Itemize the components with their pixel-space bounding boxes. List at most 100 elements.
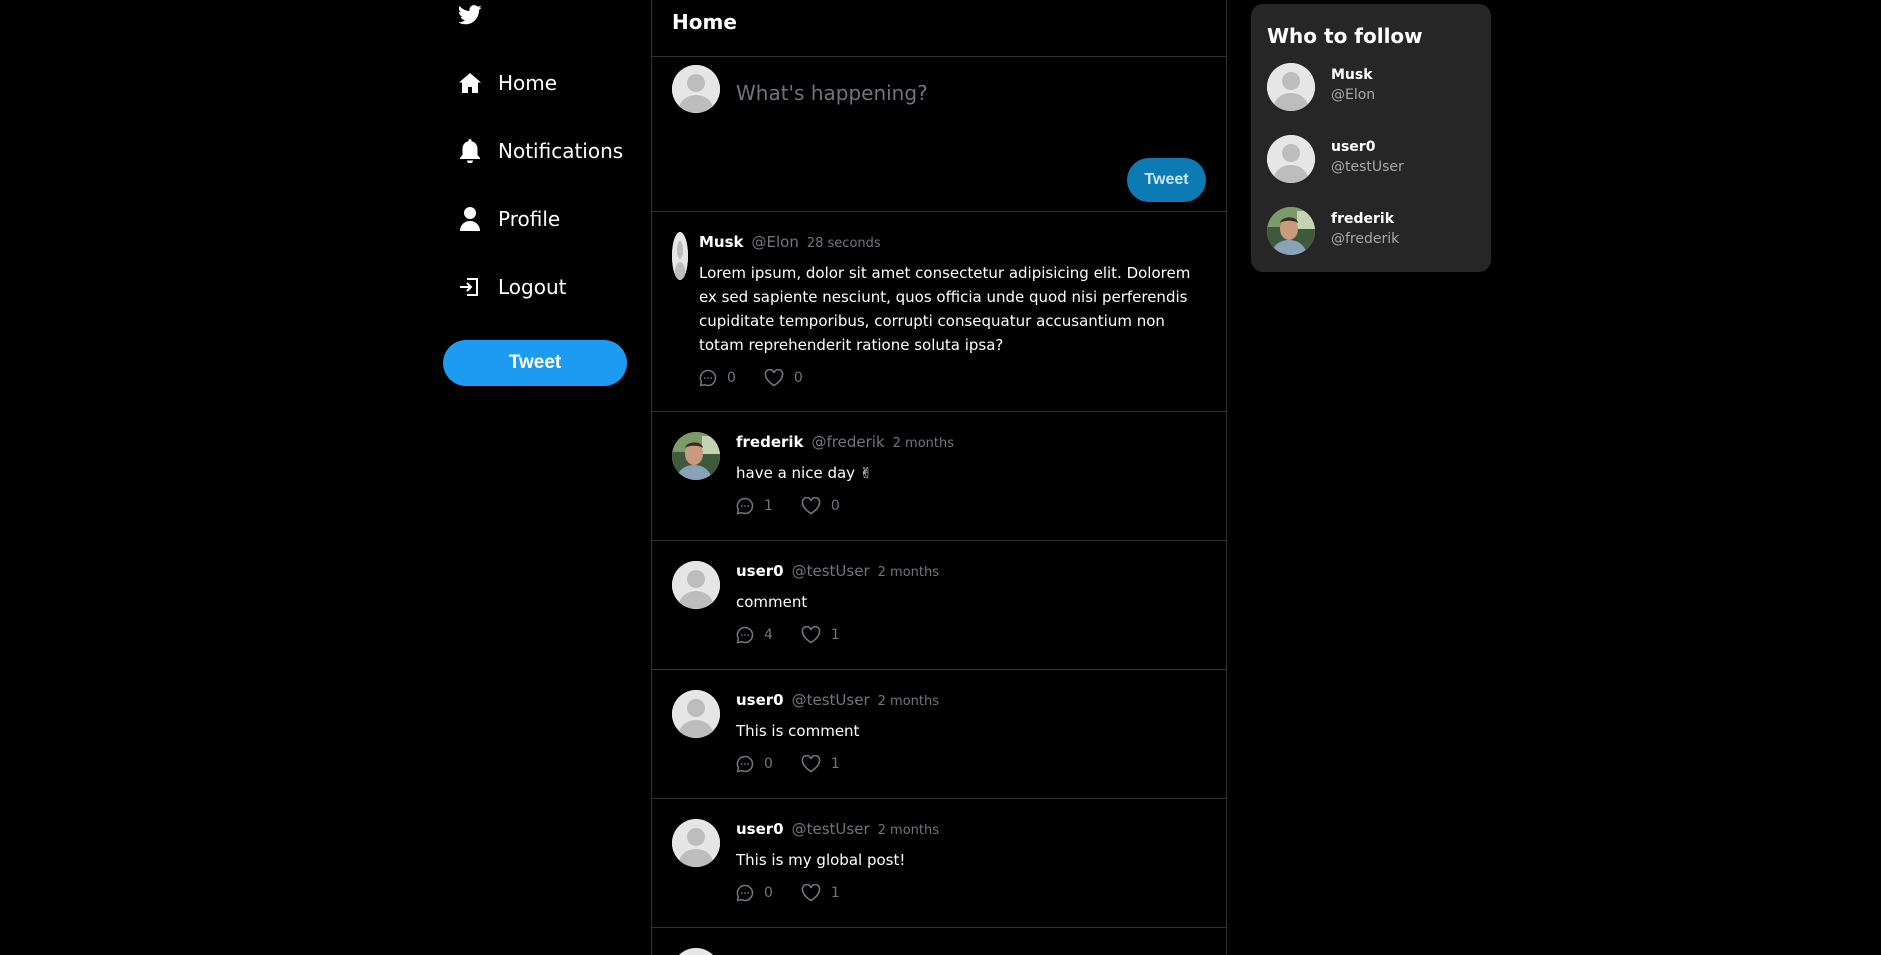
- follow-user-handle: @Elon: [1331, 87, 1376, 103]
- home-icon: [458, 71, 482, 95]
- comment-count: 0: [764, 756, 773, 772]
- avatar: [672, 65, 720, 113]
- twitter-bird-icon[interactable]: [457, 5, 484, 29]
- comment-button[interactable]: 1: [736, 497, 773, 515]
- tweet-author-handle[interactable]: @Elon: [752, 233, 799, 251]
- heart-icon: [764, 369, 784, 387]
- nav-profile[interactable]: Profile: [458, 199, 560, 239]
- like-count: 1: [830, 756, 840, 772]
- logout-icon: [458, 275, 482, 299]
- tweet-author-handle[interactable]: @testUser: [792, 562, 870, 580]
- nav-logout[interactable]: Logout: [458, 267, 566, 307]
- tweet-author-handle[interactable]: @testUser: [792, 691, 870, 709]
- heart-icon: [801, 626, 821, 644]
- tweet-timestamp: 2 months: [892, 436, 955, 451]
- like-button[interactable]: 1: [801, 626, 840, 644]
- tweet-composer: Tweet: [652, 57, 1226, 212]
- tweet-text: This is comment: [736, 722, 860, 740]
- tweet-author-handle[interactable]: @frederik: [812, 433, 885, 451]
- tweet-header: user0 @testUser 2 months: [736, 562, 1206, 580]
- tweet-author-handle[interactable]: @testUser: [792, 820, 870, 838]
- avatar: [672, 232, 688, 280]
- nav-notifications[interactable]: Notifications: [458, 131, 623, 171]
- avatar: [1267, 63, 1315, 111]
- like-button[interactable]: 1: [801, 755, 840, 773]
- sidebar-tweet-button[interactable]: Tweet: [443, 340, 627, 386]
- tweet-actions: 0 1: [736, 884, 1206, 902]
- avatar-photo: [1267, 207, 1315, 255]
- tweet-body: user0 @testUser 2 months This is comment…: [736, 691, 1206, 773]
- page-title: Home: [672, 10, 737, 34]
- comment-icon: [736, 884, 754, 902]
- tweet-item[interactable]: [652, 928, 1226, 955]
- like-count: 0: [793, 370, 803, 386]
- tweet-body: frederik @frederik 2 months have a nice …: [736, 433, 1206, 515]
- tweet-item[interactable]: frederik @frederik 2 months have a nice …: [652, 412, 1226, 541]
- person-icon: [458, 207, 482, 231]
- avatar: [672, 561, 720, 609]
- comment-count: 4: [764, 627, 773, 643]
- compose-input[interactable]: [736, 73, 1196, 113]
- avatar-photo: [672, 432, 720, 480]
- follow-user-handle: @testUser: [1331, 159, 1404, 175]
- heart-icon: [801, 884, 821, 902]
- like-count: 1: [830, 885, 840, 901]
- like-count: 1: [830, 627, 840, 643]
- tweet-author-name[interactable]: user0: [736, 691, 784, 709]
- tweet-header: frederik @frederik 2 months: [736, 433, 1206, 451]
- comment-count: 0: [727, 370, 736, 386]
- tweet-text: Lorem ipsum, dolor sit amet consectetur …: [699, 264, 1191, 354]
- nav-home-label: Home: [498, 71, 558, 95]
- tweet-item[interactable]: user0 @testUser 2 months comment 4 1: [652, 541, 1226, 670]
- tweet-item[interactable]: user0 @testUser 2 months This is comment…: [652, 670, 1226, 799]
- comment-icon: [736, 497, 754, 515]
- tweet-author-name[interactable]: user0: [736, 562, 784, 580]
- follow-user-handle: @frederik: [1331, 231, 1400, 247]
- nav-home[interactable]: Home: [458, 63, 557, 103]
- tweet-body: user0 @testUser 2 months This is my glob…: [736, 820, 1206, 902]
- app-root: Home Notifications Profile Logout Tweet …: [0, 0, 1881, 955]
- tweet-text: This is my global post!: [736, 851, 906, 869]
- bell-icon: [458, 139, 482, 163]
- who-to-follow-title: Who to follow: [1267, 24, 1423, 48]
- tweet-item[interactable]: Musk @Elon 28 seconds Lorem ipsum, dolor…: [652, 212, 1226, 412]
- tweet-author-name[interactable]: user0: [736, 820, 784, 838]
- avatar: [672, 948, 720, 955]
- like-button[interactable]: 0: [764, 369, 803, 387]
- follow-user-name: frederik: [1331, 211, 1395, 227]
- follow-suggestion[interactable]: Musk @Elon: [1267, 63, 1477, 111]
- tweet-timestamp: 2 months: [877, 694, 939, 709]
- like-button[interactable]: 1: [801, 884, 840, 902]
- tweet-author-name[interactable]: Musk: [699, 233, 744, 251]
- follow-suggestion[interactable]: user0 @testUser: [1267, 135, 1477, 183]
- tweet-item[interactable]: user0 @testUser 2 months This is my glob…: [652, 799, 1226, 928]
- avatar: [1267, 135, 1315, 183]
- avatar: [672, 690, 720, 738]
- nav-notifications-label: Notifications: [498, 139, 624, 163]
- tweet-text: comment: [736, 593, 808, 611]
- follow-suggestion[interactable]: frederik @frederik: [1267, 207, 1477, 255]
- comment-button[interactable]: 0: [736, 884, 773, 902]
- heart-icon: [801, 755, 821, 773]
- comment-button[interactable]: 4: [736, 626, 773, 644]
- tweet-actions: 0 1: [736, 755, 1206, 773]
- avatar: [672, 819, 720, 867]
- comment-count: 1: [764, 498, 773, 514]
- tweet-actions: 1 0: [736, 497, 1206, 515]
- tweet-author-name[interactable]: frederik: [736, 433, 804, 451]
- like-count: 0: [830, 498, 840, 514]
- tweet-header: Musk @Elon 28 seconds: [699, 233, 1206, 251]
- tweet-header: user0 @testUser 2 months: [736, 691, 1206, 709]
- comment-icon: [736, 755, 754, 773]
- tweet-actions: 4 1: [736, 626, 1206, 644]
- compose-tweet-button[interactable]: Tweet: [1127, 158, 1206, 202]
- like-button[interactable]: 0: [801, 497, 840, 515]
- feed-header: Home: [652, 0, 1226, 57]
- comment-count: 0: [764, 885, 773, 901]
- tweet-text: have a nice day ✌: [736, 464, 873, 482]
- comment-button[interactable]: 0: [736, 755, 773, 773]
- comment-button[interactable]: 0: [699, 369, 736, 387]
- tweet-actions: 0 0: [699, 369, 1206, 387]
- tweet-timestamp: 2 months: [877, 565, 939, 580]
- tweet-body: user0 @testUser 2 months comment 4 1: [736, 562, 1206, 644]
